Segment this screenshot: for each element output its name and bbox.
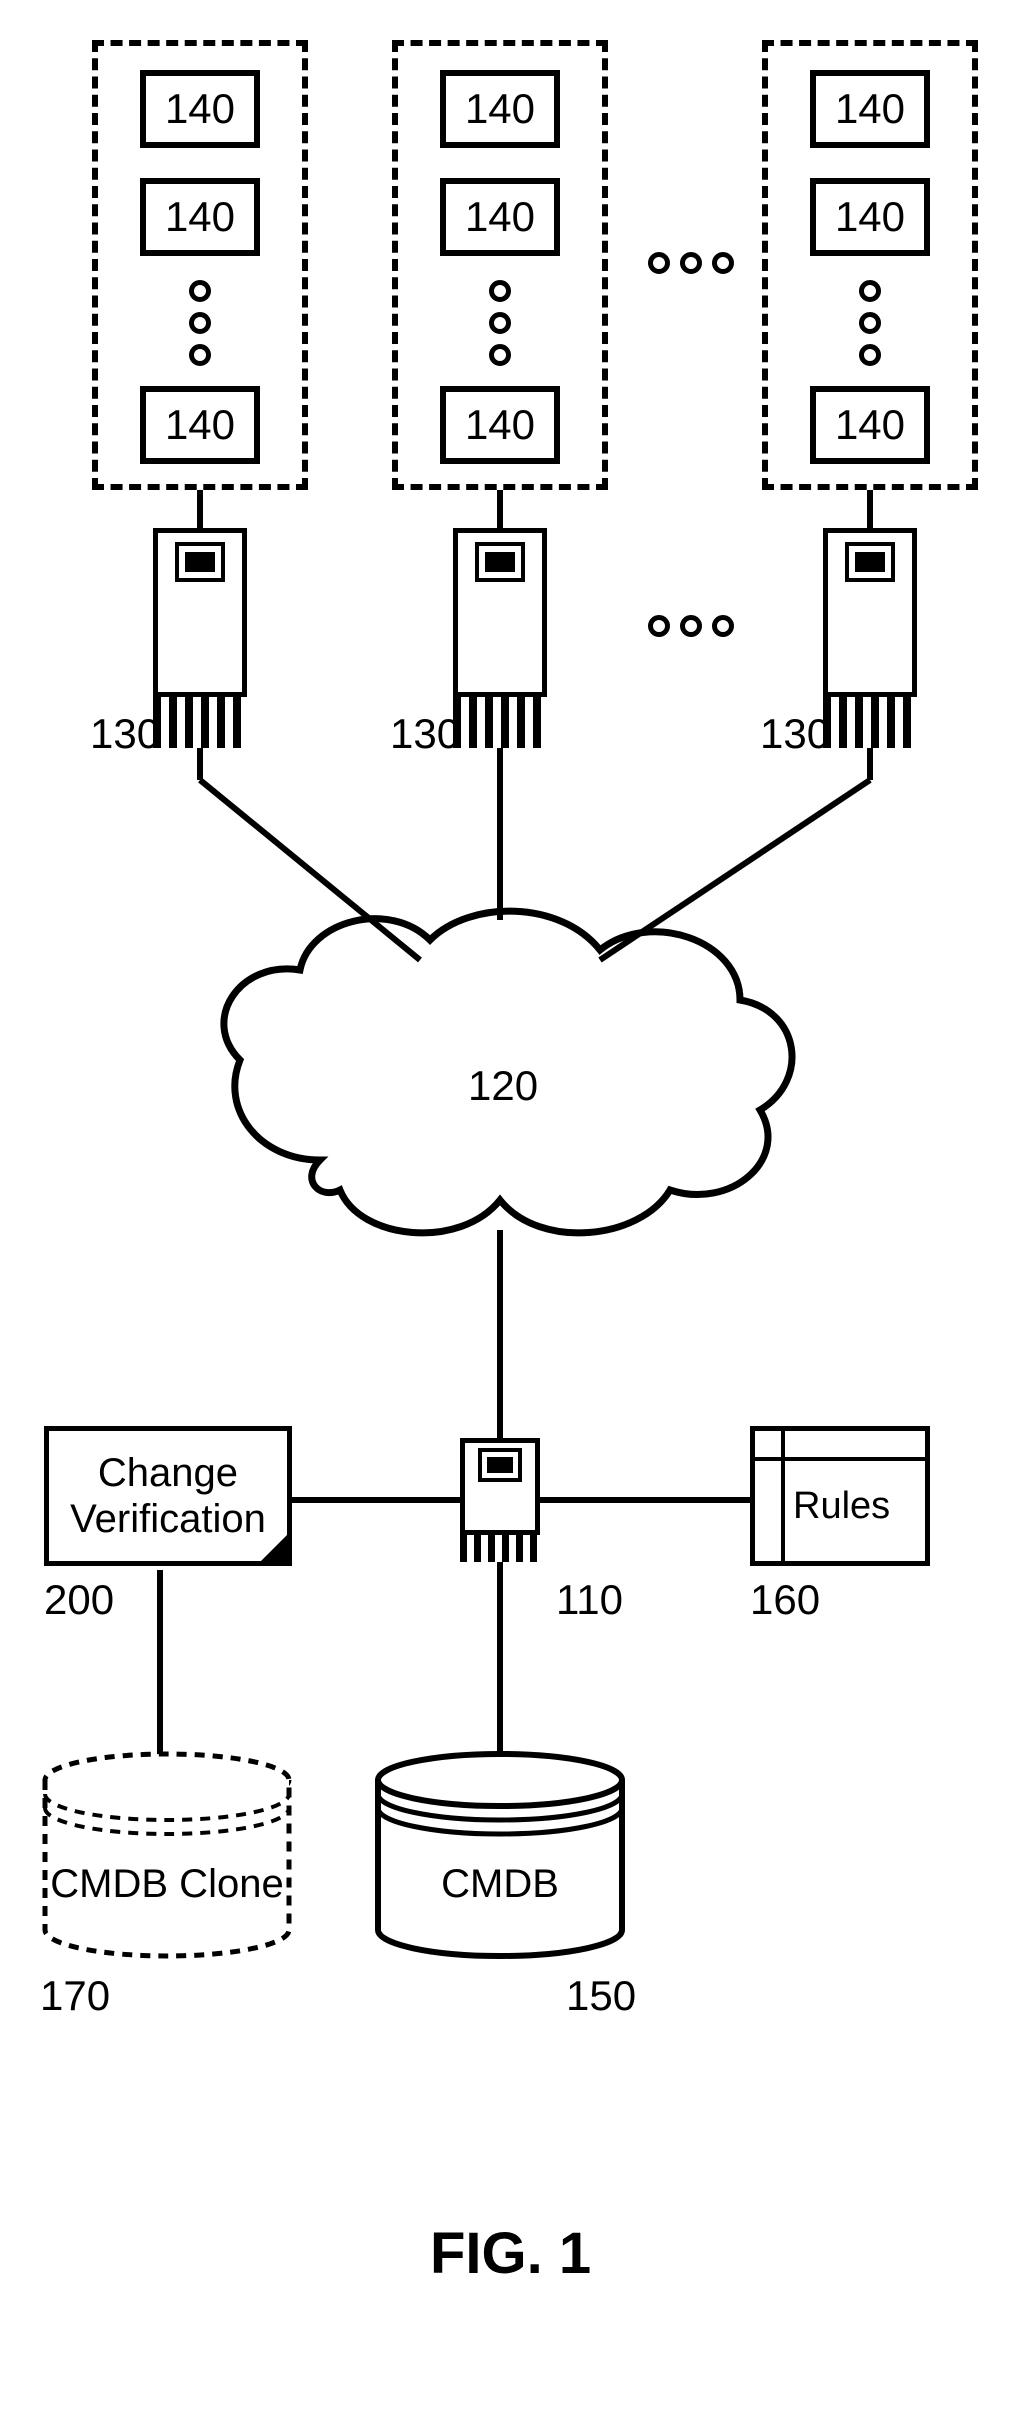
resource-label: 140	[165, 193, 235, 241]
central-server-icon	[460, 1438, 540, 1562]
figure-title: FIG. 1	[430, 2220, 591, 2287]
change-verification-ref: 200	[44, 1576, 114, 1624]
change-verification-label: Change Verification	[70, 1450, 266, 1542]
resource-label: 140	[835, 193, 905, 241]
cmdb-clone-ref: 170	[40, 1972, 110, 2020]
rules-label: Rules	[793, 1485, 890, 1528]
ellipsis-dot	[189, 280, 211, 302]
cloud-ref-label: 120	[468, 1062, 538, 1110]
ellipsis-dot	[189, 344, 211, 366]
central-server-ref: 110	[556, 1576, 623, 1624]
resource-label: 140	[835, 85, 905, 133]
ellipsis-dot	[189, 312, 211, 334]
server-ref-label: 130	[390, 710, 460, 758]
ellipsis-dot	[859, 280, 881, 302]
ellipsis-dot	[680, 615, 702, 637]
change-verification-box: Change Verification	[44, 1426, 292, 1566]
resource-label: 140	[465, 401, 535, 449]
resource-label: 140	[835, 401, 905, 449]
resource-box: 140	[140, 70, 260, 148]
cmdb-clone-db-icon: CMDB Clone	[40, 1750, 294, 1960]
resource-label: 140	[165, 401, 235, 449]
resource-label: 140	[465, 193, 535, 241]
resource-box: 140	[440, 178, 560, 256]
resource-label: 140	[465, 85, 535, 133]
ellipsis-dot	[859, 312, 881, 334]
ellipsis-dot	[489, 344, 511, 366]
server-icon	[153, 528, 247, 748]
resource-box: 140	[810, 70, 930, 148]
resource-box: 140	[440, 70, 560, 148]
resource-box: 140	[140, 178, 260, 256]
server-ref-label: 130	[760, 710, 830, 758]
server-ref-label: 130	[90, 710, 160, 758]
cmdb-db-icon: CMDB	[373, 1750, 627, 1960]
figure-canvas: 140 140 140 140 140 140 140 140 140 130 …	[0, 0, 1036, 2420]
server-icon	[453, 528, 547, 748]
server-icon	[823, 528, 917, 748]
ellipsis-dot	[859, 344, 881, 366]
rules-ref: 160	[750, 1576, 820, 1624]
folded-corner-icon	[260, 1534, 288, 1562]
ellipsis-dot	[489, 280, 511, 302]
cmdb-clone-label: CMDB Clone	[40, 1862, 294, 1907]
ellipsis-dot	[712, 615, 734, 637]
cmdb-ref: 150	[566, 1972, 636, 2020]
cmdb-label: CMDB	[373, 1862, 627, 1907]
resource-box: 140	[140, 386, 260, 464]
ellipsis-dot	[489, 312, 511, 334]
rules-box: Rules	[750, 1426, 930, 1566]
ellipsis-dot	[680, 252, 702, 274]
ellipsis-dot	[648, 252, 670, 274]
ellipsis-dot	[648, 615, 670, 637]
resource-box: 140	[440, 386, 560, 464]
resource-box: 140	[810, 386, 930, 464]
resource-box: 140	[810, 178, 930, 256]
resource-label: 140	[165, 85, 235, 133]
ellipsis-dot	[712, 252, 734, 274]
